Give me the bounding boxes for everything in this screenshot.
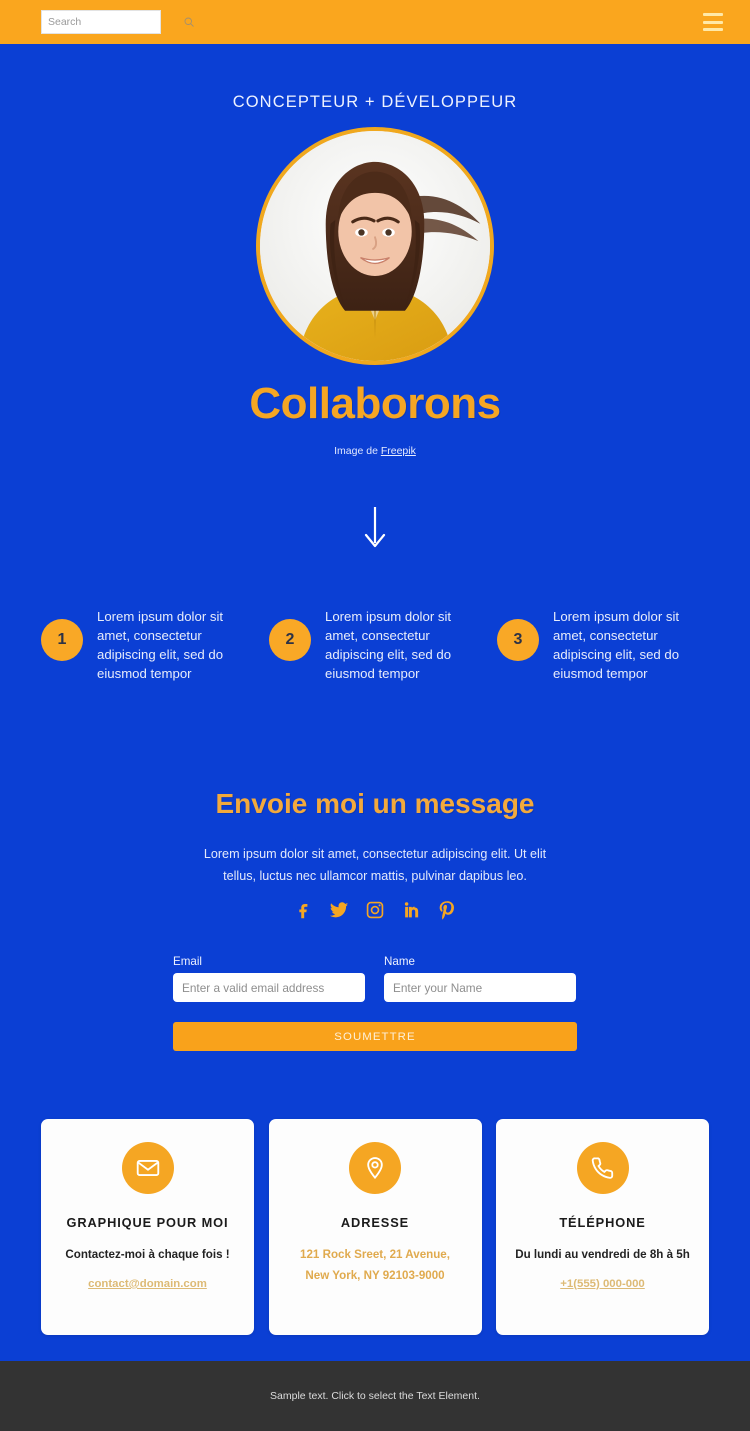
message-subtitle: Lorem ipsum dolor sit amet, consectetur … [203,847,547,883]
avatar [256,127,494,365]
top-header-bar [0,0,750,44]
step-item: 2 Lorem ipsum dolor sit amet, consectetu… [269,607,481,683]
card-title: ADRESSE [340,1215,410,1230]
email-field-group: Email [173,955,365,1002]
phone-icon [576,1142,629,1194]
contact-form: Email Name SOUMETTRE [173,955,577,1051]
contact-card-email: GRAPHIQUE POUR MOI Contactez-moi à chaqu… [41,1119,254,1335]
portrait-photo-illustration [260,131,490,361]
contact-card-phone: TÉLÉPHONE Du lundi au vendredi de 8h à 5… [496,1119,709,1335]
card-subtitle: Contactez-moi à chaque fois ! [65,1248,230,1261]
step-item: 3 Lorem ipsum dolor sit amet, consectetu… [497,607,709,683]
facebook-icon[interactable] [292,899,314,921]
page-root: CONCEPTEUR + DÉVELOPPEUR [0,0,750,1431]
message-heading: Envoie moi un message [215,788,535,819]
freepik-link[interactable]: Freepik [381,445,416,457]
pinterest-icon[interactable] [436,899,458,921]
email-link[interactable]: contact@domain.com [88,1278,207,1290]
hamburger-line [703,20,723,24]
image-credit-prefix: Image de [334,445,381,457]
step-text: Lorem ipsum dolor sit amet, consectetur … [553,609,680,681]
arrow-down-icon [364,507,386,548]
steps-row: 1 Lorem ipsum dolor sit amet, consectetu… [0,607,750,683]
hamburger-menu-icon[interactable] [703,13,723,31]
footer-text[interactable]: Sample text. Click to select the Text El… [270,1390,480,1402]
step-text: Lorem ipsum dolor sit amet, consectetur … [97,609,224,681]
hamburger-line [703,28,723,31]
search-icon [184,17,194,27]
footer: Sample text. Click to select the Text El… [0,1361,750,1431]
image-credit: Image de Freepik [0,445,750,457]
form-fields: Email Name [173,955,577,1002]
map-pin-icon [349,1142,401,1194]
step-number-badge: 1 [41,619,83,661]
contact-cards-row: GRAPHIQUE POUR MOI Contactez-moi à chaqu… [41,1119,709,1335]
card-subtitle: Du lundi au vendredi de 8h à 5h [515,1248,690,1261]
card-title: GRAPHIQUE POUR MOI [66,1215,229,1230]
step-item: 1 Lorem ipsum dolor sit amet, consectetu… [41,607,253,683]
step-number-badge: 2 [269,619,311,661]
contact-card-address: ADRESSE 121 Rock Sreet, 21 Avenue, New Y… [268,1119,482,1335]
address-line-2: New York, NY 92103-9000 [305,1269,445,1282]
search-input[interactable] [48,11,183,33]
search-box[interactable] [41,10,194,34]
step-text: Lorem ipsum dolor sit amet, consectetur … [325,609,452,681]
phone-link[interactable]: +1(555) 000-000 [560,1278,645,1290]
address-line-1: 121 Rock Sreet, 21 Avenue, [300,1248,450,1261]
hamburger-line [703,13,723,16]
twitter-icon[interactable] [328,899,350,921]
hero-section: CONCEPTEUR + DÉVELOPPEUR Collaborons Ima… [0,44,750,549]
step-number-badge: 3 [497,619,539,661]
submit-button[interactable]: SOUMETTRE [173,1022,577,1051]
name-field[interactable] [384,973,576,1002]
name-field-group: Name [384,955,576,1002]
card-address: 121 Rock Sreet, 21 Avenue, New York, NY … [288,1244,462,1286]
email-label: Email [173,955,202,968]
linkedin-icon[interactable] [400,899,422,921]
email-field[interactable] [173,973,365,1002]
hero-eyebrow: CONCEPTEUR + DÉVELOPPEUR [232,93,518,111]
social-links [0,899,750,921]
name-label: Name [384,955,415,968]
page-title: Collaborons [249,379,501,428]
instagram-icon[interactable] [364,899,386,921]
envelope-icon [121,1142,174,1194]
card-title: TÉLÉPHONE [559,1215,646,1230]
